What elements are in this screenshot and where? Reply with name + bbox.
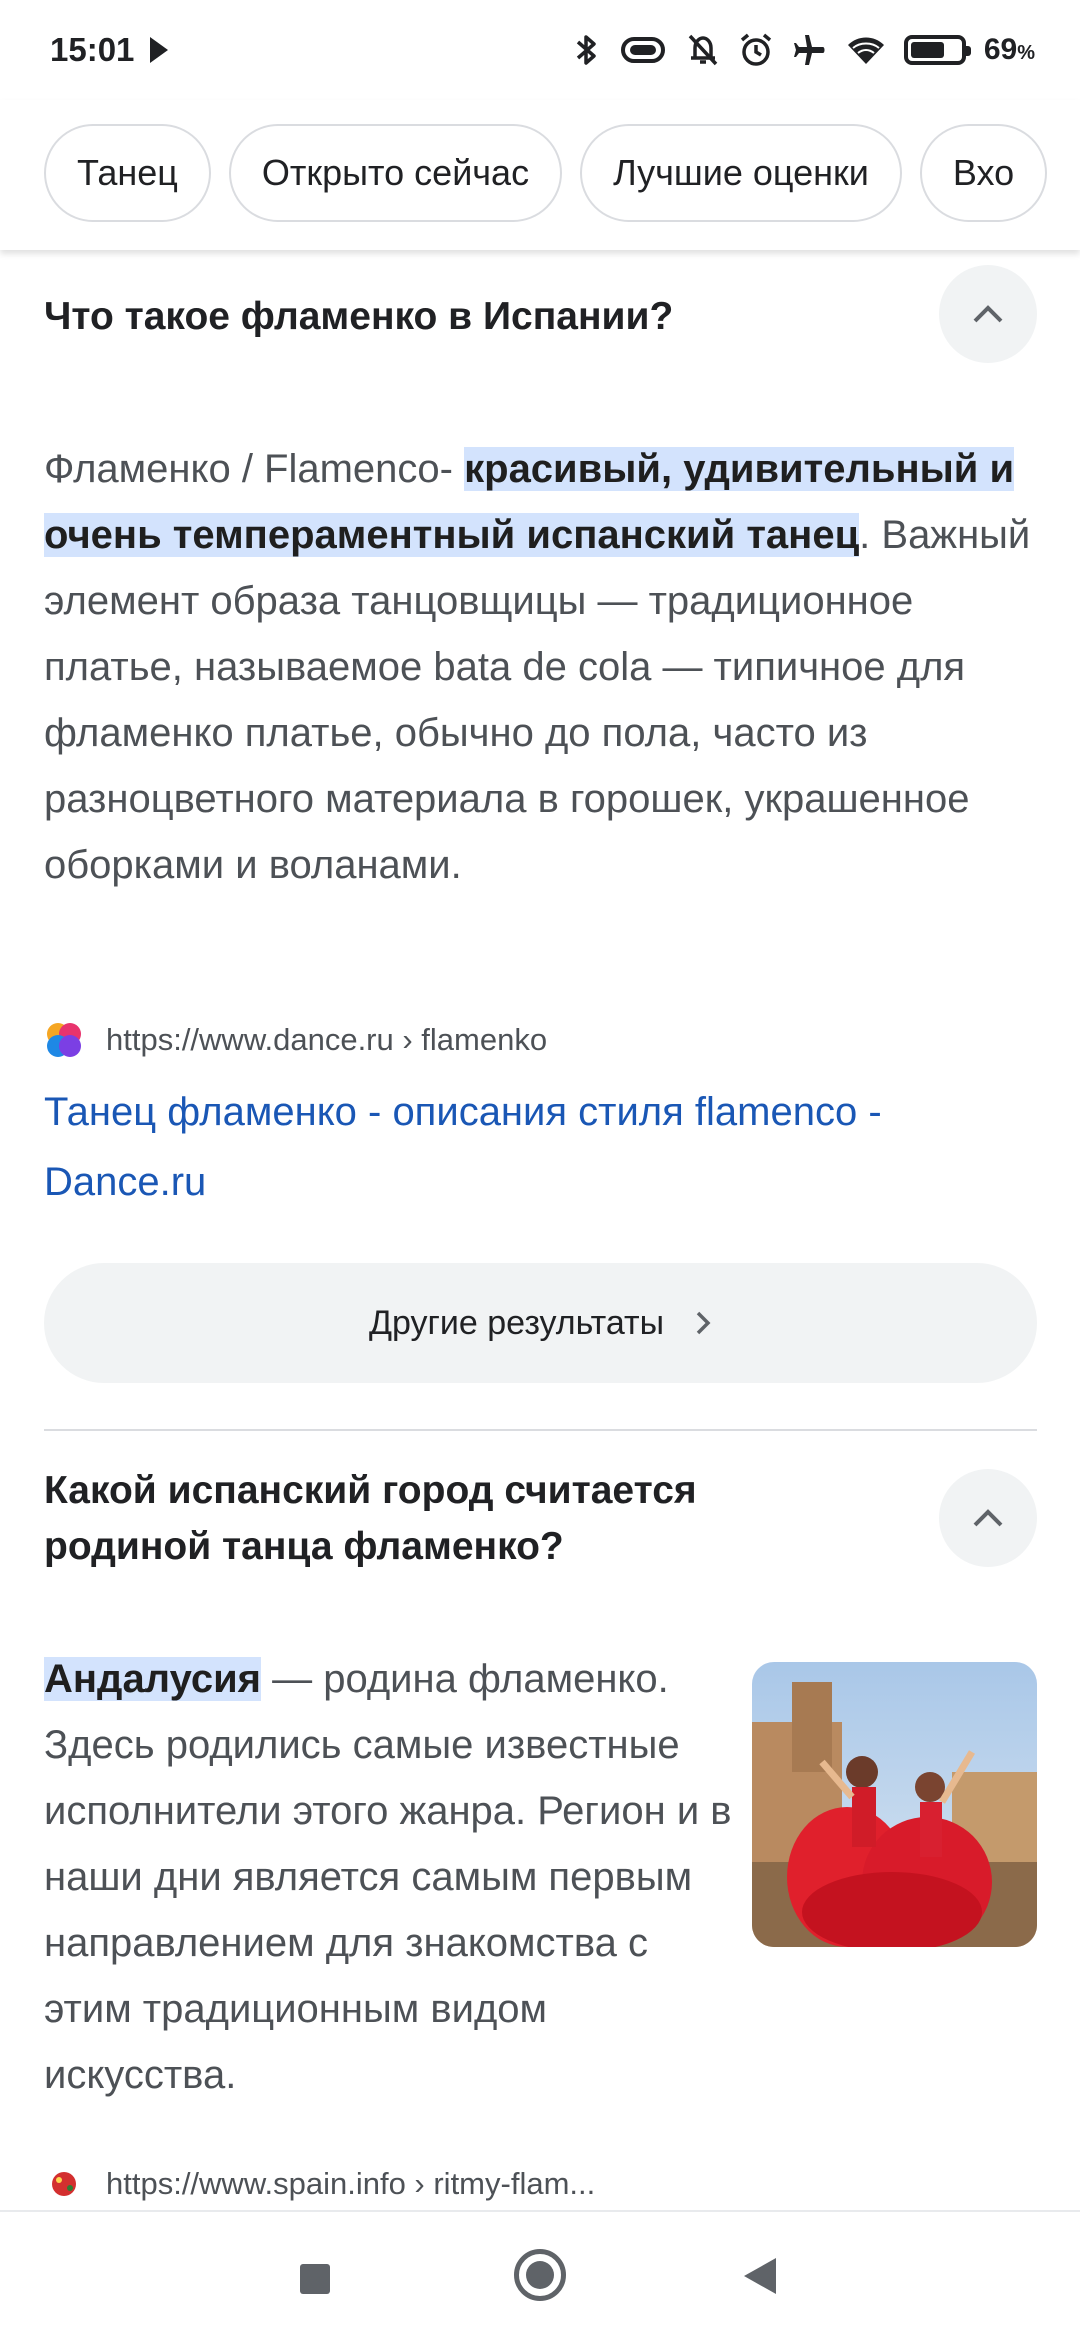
faq-question-2[interactable]: Какой испанский город считается родиной … [44,1463,844,1575]
battery-icon [903,35,971,65]
dance-ru-favicon-icon [47,1023,81,1057]
faq-question-1[interactable]: Что такое фламенко в Испании? [44,285,1037,345]
chip-top-rated[interactable]: Лучшие оценки [580,124,902,222]
filter-chips: Танец Открыто сейчас Лучшие оценки Вхо [44,124,1048,222]
collapse-button[interactable] [939,265,1037,363]
answer-suffix: — родина фламенко. Здесь родились самые … [44,1657,732,2097]
question-title: Какой испанский город считается родиной … [44,1469,697,1568]
collapse-button[interactable] [939,1469,1037,1567]
back-button[interactable] [744,2258,776,2294]
recent-apps-button[interactable] [300,2264,330,2294]
source-row-2[interactable]: https://www.spain.info › ritmy-flam... [44,2164,1037,2204]
chip-open-now[interactable]: Открыто сейчас [228,124,563,222]
chip-dance[interactable]: Танец [44,124,211,222]
chip-entry[interactable]: Вхо [919,124,1048,222]
question-title: Что такое фламенко в Испании? [44,295,674,338]
battery-percent: 69% [983,33,1035,66]
spain-info-favicon-icon [52,2172,76,2196]
answer-highlight: Андалусия [44,1657,261,1701]
home-button[interactable] [514,2249,566,2301]
answer-text-2-top: Андалусия — родина фламенко. Здесь родил… [44,1646,734,2108]
bluetooth-icon [576,35,596,65]
status-icons: 69% [574,32,1035,68]
chevron-right-icon [696,1311,711,1335]
source-row-1[interactable]: https://www.dance.ru › flamenko [44,1020,1037,1060]
vibrate-icon [620,37,665,63]
bell-off-icon [688,34,718,66]
filter-chips-bar: Танец Открыто сейчас Лучшие оценки Вхо [0,100,1080,250]
flamenco-dancers-image[interactable] [752,1662,1037,1947]
chevron-up-icon [973,305,1003,323]
answer-suffix: . Важный элемент образа танцовщицы — тра… [44,513,1031,887]
alarm-icon [740,33,771,66]
source-url: https://www.dance.ru › flamenko [106,1022,548,1057]
play-icon [150,37,169,63]
status-bar: 15:01 69% [0,0,1080,100]
more-results-button[interactable]: Другие результаты [44,1263,1037,1383]
result-title-link[interactable]: Танец фламенко - описания стиля flamenco… [44,1077,1037,1217]
airplane-icon [793,35,825,65]
wifi-icon [847,37,884,64]
more-results-label: Другие результаты [368,1303,665,1342]
status-time: 15:01 [50,31,135,68]
chevron-up-icon [973,1509,1003,1527]
source-url: https://www.spain.info › ritmy-flam... [106,2166,596,2201]
answer-prefix: Фламенко / Flamenco- [44,447,465,491]
divider [44,1429,1037,1431]
answer-text-1: Фламенко / Flamenco- красивый, удивитель… [44,436,1037,898]
